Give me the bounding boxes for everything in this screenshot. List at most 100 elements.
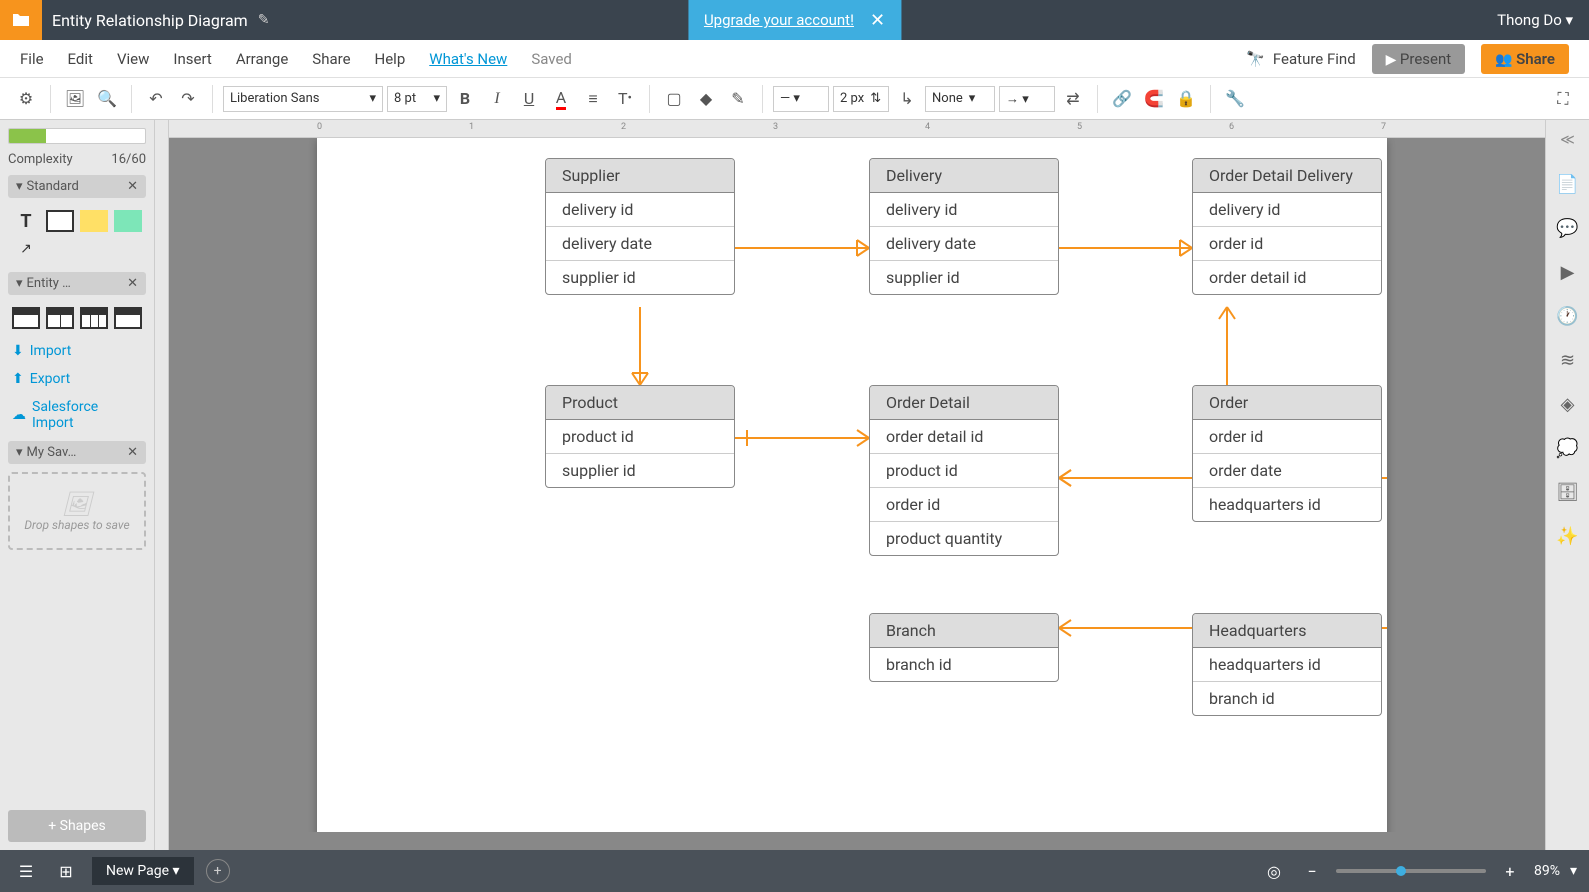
close-icon[interactable]: ✕ bbox=[127, 276, 138, 291]
import-link[interactable]: ⬇Import bbox=[8, 341, 146, 361]
note-shape[interactable] bbox=[80, 210, 108, 232]
swap-icon[interactable]: ⇄ bbox=[1059, 85, 1087, 113]
entity-shape-3[interactable] bbox=[80, 307, 108, 329]
grid-icon[interactable]: ⊞ bbox=[52, 857, 80, 885]
page-tab[interactable]: New Page ▾ bbox=[92, 857, 194, 885]
lock-icon[interactable]: 🔒 bbox=[1172, 85, 1200, 113]
entity-field[interactable]: delivery id bbox=[870, 193, 1058, 227]
line-width-select[interactable]: 2 px ⇅ bbox=[833, 86, 889, 112]
collapse-icon[interactable]: ≪ bbox=[1556, 128, 1579, 152]
entity-field[interactable]: order detail id bbox=[1193, 261, 1381, 294]
entity-order-detail-delivery[interactable]: Order Detail Deliverydelivery idorder id… bbox=[1192, 158, 1382, 295]
arrow-select[interactable]: → ▾ bbox=[999, 86, 1055, 112]
entity-header[interactable]: Order bbox=[1193, 386, 1381, 420]
entity-field[interactable]: product id bbox=[870, 454, 1058, 488]
menu-view[interactable]: View bbox=[117, 50, 149, 68]
entity-order[interactable]: Orderorder idorder dateheadquarters id bbox=[1192, 385, 1382, 522]
list-icon[interactable]: ☰ bbox=[12, 857, 40, 885]
entity-field[interactable]: branch id bbox=[870, 648, 1058, 681]
whats-new-link[interactable]: What's New bbox=[429, 50, 507, 68]
entity-shape-1[interactable] bbox=[12, 307, 40, 329]
line-shape-button[interactable]: ↳ bbox=[893, 85, 921, 113]
entity-field[interactable]: headquarters id bbox=[1193, 488, 1381, 521]
text-color-button[interactable]: A bbox=[547, 85, 575, 113]
align-button[interactable]: ≡ bbox=[579, 85, 607, 113]
page[interactable]: Supplierdelivery iddelivery datesupplier… bbox=[317, 138, 1387, 832]
line-type-select[interactable]: — ▾ bbox=[773, 86, 829, 112]
menu-arrange[interactable]: Arrange bbox=[236, 50, 288, 68]
entity-field[interactable]: delivery id bbox=[546, 193, 734, 227]
entity-field[interactable]: supplier id bbox=[546, 454, 734, 487]
entity-header[interactable]: Branch bbox=[870, 614, 1058, 648]
export-link[interactable]: ⬆Export bbox=[8, 369, 146, 389]
border-color-button[interactable]: ✎ bbox=[724, 85, 752, 113]
shape-outline-button[interactable]: ▢ bbox=[660, 85, 688, 113]
shapes-button[interactable]: + Shapes bbox=[8, 810, 146, 842]
share-button[interactable]: 👥 Share bbox=[1481, 44, 1569, 74]
wrench-icon[interactable]: 🔧 bbox=[1221, 85, 1249, 113]
menu-edit[interactable]: Edit bbox=[68, 50, 93, 68]
entity-field[interactable]: delivery date bbox=[870, 227, 1058, 261]
gear-icon[interactable]: ⚙ bbox=[12, 85, 40, 113]
feature-find[interactable]: 🔭 Feature Find bbox=[1246, 50, 1355, 68]
close-icon[interactable]: ✕ bbox=[127, 179, 138, 194]
page-icon[interactable]: 📄 bbox=[1556, 172, 1580, 196]
user-menu[interactable]: Thong Do ▾ bbox=[1481, 11, 1589, 29]
section-entity[interactable]: ▾ Entity …✕ bbox=[8, 272, 146, 295]
data-icon[interactable]: 🗄 bbox=[1556, 480, 1580, 504]
link-icon[interactable]: 🔗 bbox=[1108, 85, 1136, 113]
rect-shape[interactable] bbox=[46, 210, 74, 232]
add-page-button[interactable]: + bbox=[206, 859, 230, 883]
redo-icon[interactable]: ↷ bbox=[174, 85, 202, 113]
underline-button[interactable]: U bbox=[515, 85, 543, 113]
entity-header[interactable]: Supplier bbox=[546, 159, 734, 193]
menu-help[interactable]: Help bbox=[375, 50, 406, 68]
section-saved[interactable]: ▾ My Sav…✕ bbox=[8, 441, 146, 464]
folder-icon[interactable] bbox=[0, 0, 42, 40]
menu-file[interactable]: File bbox=[20, 50, 44, 68]
entity-product[interactable]: Productproduct idsupplier id bbox=[545, 385, 735, 488]
entity-field[interactable]: order id bbox=[870, 488, 1058, 522]
section-standard[interactable]: ▾ Standard✕ bbox=[8, 175, 146, 198]
sparkle-icon[interactable]: ✨ bbox=[1556, 524, 1580, 548]
entity-branch[interactable]: Branchbranch id bbox=[869, 613, 1059, 682]
entity-field[interactable]: delivery id bbox=[1193, 193, 1381, 227]
entity-field[interactable]: supplier id bbox=[870, 261, 1058, 294]
entity-field[interactable]: supplier id bbox=[546, 261, 734, 294]
dropzone[interactable]: 🖼 Drop shapes to save bbox=[8, 472, 146, 550]
entity-field[interactable]: order detail id bbox=[870, 420, 1058, 454]
entity-headquarters[interactable]: Headquartersheadquarters idbranch id bbox=[1192, 613, 1382, 716]
fill-button[interactable]: ◆ bbox=[692, 85, 720, 113]
entity-field[interactable]: order id bbox=[1193, 420, 1381, 454]
salesforce-link[interactable]: ☁Salesforce Import bbox=[8, 397, 146, 433]
menu-share[interactable]: Share bbox=[312, 50, 350, 68]
presentation-icon[interactable]: ▶ bbox=[1556, 260, 1580, 284]
entity-header[interactable]: Product bbox=[546, 386, 734, 420]
zoom-slider[interactable] bbox=[1336, 869, 1486, 873]
close-icon[interactable]: ✕ bbox=[870, 10, 885, 31]
entity-delivery[interactable]: Deliverydelivery iddelivery datesupplier… bbox=[869, 158, 1059, 295]
text-options-button[interactable]: T• bbox=[611, 85, 639, 113]
entity-field[interactable]: headquarters id bbox=[1193, 648, 1381, 682]
layers-icon[interactable]: ≋ bbox=[1556, 348, 1580, 372]
line-style-select[interactable]: None ▾ bbox=[925, 86, 995, 112]
entity-shape-2[interactable] bbox=[46, 307, 74, 329]
image-icon[interactable]: 🖼 bbox=[61, 85, 89, 113]
present-button[interactable]: ▶ Present bbox=[1372, 44, 1466, 74]
entity-field[interactable]: branch id bbox=[1193, 682, 1381, 715]
chat-icon[interactable]: 💭 bbox=[1556, 436, 1580, 460]
entity-header[interactable]: Delivery bbox=[870, 159, 1058, 193]
document-title[interactable]: Entity Relationship Diagram bbox=[42, 11, 258, 30]
entity-header[interactable]: Order Detail bbox=[870, 386, 1058, 420]
green-shape[interactable] bbox=[114, 210, 142, 232]
italic-button[interactable]: I bbox=[483, 85, 511, 113]
target-icon[interactable]: ◎ bbox=[1260, 857, 1288, 885]
close-icon[interactable]: ✕ bbox=[127, 445, 138, 460]
entity-field[interactable]: product quantity bbox=[870, 522, 1058, 555]
entity-order-detail[interactable]: Order Detailorder detail idproduct idord… bbox=[869, 385, 1059, 556]
entity-header[interactable]: Order Detail Delivery bbox=[1193, 159, 1381, 193]
edit-title-icon[interactable]: ✎ bbox=[258, 12, 270, 28]
bold-button[interactable]: B bbox=[451, 85, 479, 113]
entity-field[interactable]: order id bbox=[1193, 227, 1381, 261]
master-icon[interactable]: ◈ bbox=[1556, 392, 1580, 416]
